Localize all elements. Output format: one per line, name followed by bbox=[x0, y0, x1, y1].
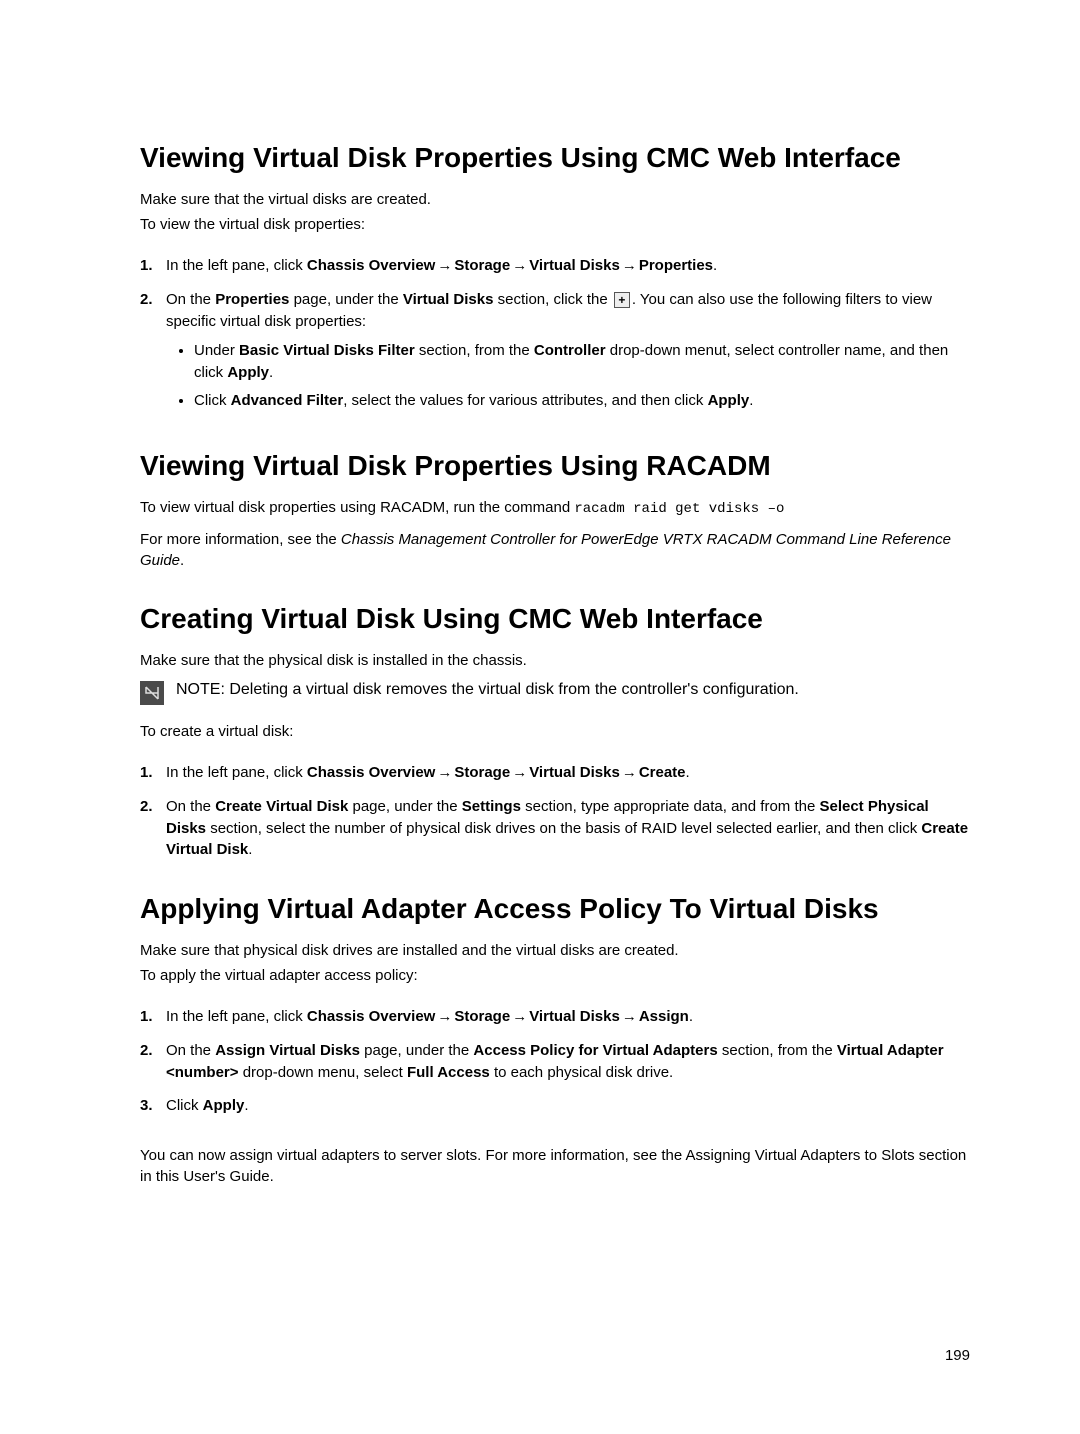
list-item: 3. Click Apply. bbox=[140, 1095, 970, 1117]
section-heading: Viewing Virtual Disk Properties Using CM… bbox=[140, 140, 970, 175]
arrow-icon: → bbox=[622, 764, 637, 781]
note: NOTE: Deleting a virtual disk removes th… bbox=[140, 681, 970, 705]
step-number: 2. bbox=[140, 796, 166, 861]
step-body: Click Apply. bbox=[166, 1095, 970, 1117]
ordered-list: 1. In the left pane, click Chassis Overv… bbox=[140, 255, 970, 418]
section-heading: Creating Virtual Disk Using CMC Web Inte… bbox=[140, 601, 970, 636]
list-item: 1. In the left pane, click Chassis Overv… bbox=[140, 255, 970, 277]
arrow-icon: → bbox=[437, 1008, 452, 1025]
list-item: Click Advanced Filter, select the values… bbox=[194, 390, 970, 412]
paragraph: You can now assign virtual adapters to s… bbox=[140, 1145, 970, 1187]
paragraph: To apply the virtual adapter access poli… bbox=[140, 965, 970, 986]
list-item: 2. On the Properties page, under the Vir… bbox=[140, 289, 970, 418]
list-item: 2. On the Create Virtual Disk page, unde… bbox=[140, 796, 970, 861]
paragraph: To view the virtual disk properties: bbox=[140, 214, 970, 235]
step-body: In the left pane, click Chassis Overview… bbox=[166, 255, 970, 277]
arrow-icon: → bbox=[622, 1008, 637, 1025]
list-item: 2. On the Assign Virtual Disks page, und… bbox=[140, 1040, 970, 1084]
step-body: On the Properties page, under the Virtua… bbox=[166, 289, 970, 418]
list-item: 1. In the left pane, click Chassis Overv… bbox=[140, 1006, 970, 1028]
code: racadm raid get vdisks –o bbox=[574, 501, 784, 517]
arrow-icon: → bbox=[622, 257, 637, 274]
arrow-icon: → bbox=[512, 764, 527, 781]
arrow-icon: → bbox=[437, 257, 452, 274]
arrow-icon: → bbox=[512, 1008, 527, 1025]
step-body: In the left pane, click Chassis Overview… bbox=[166, 762, 970, 784]
step-number: 1. bbox=[140, 1006, 166, 1028]
unordered-list: Under Basic Virtual Disks Filter section… bbox=[166, 340, 970, 411]
paragraph: Make sure that physical disk drives are … bbox=[140, 940, 970, 961]
step-body: On the Assign Virtual Disks page, under … bbox=[166, 1040, 970, 1084]
step-number: 1. bbox=[140, 255, 166, 277]
step-number: 2. bbox=[140, 1040, 166, 1084]
step-body: In the left pane, click Chassis Overview… bbox=[166, 1006, 970, 1028]
list-item: Under Basic Virtual Disks Filter section… bbox=[194, 340, 970, 384]
plus-expand-icon: + bbox=[614, 292, 630, 308]
step-number: 1. bbox=[140, 762, 166, 784]
paragraph: Make sure that the virtual disks are cre… bbox=[140, 189, 970, 210]
note-text: NOTE: Deleting a virtual disk removes th… bbox=[176, 681, 799, 699]
arrow-icon: → bbox=[437, 764, 452, 781]
step-body: On the Create Virtual Disk page, under t… bbox=[166, 796, 970, 861]
paragraph: To view virtual disk properties using RA… bbox=[140, 497, 970, 520]
ordered-list: 1. In the left pane, click Chassis Overv… bbox=[140, 762, 970, 861]
page-number: 199 bbox=[945, 1347, 970, 1364]
paragraph: Make sure that the physical disk is inst… bbox=[140, 650, 970, 671]
ordered-list: 1. In the left pane, click Chassis Overv… bbox=[140, 1006, 970, 1117]
section-heading: Viewing Virtual Disk Properties Using RA… bbox=[140, 448, 970, 483]
paragraph: To create a virtual disk: bbox=[140, 721, 970, 742]
step-number: 3. bbox=[140, 1095, 166, 1117]
step-number: 2. bbox=[140, 289, 166, 418]
list-item: 1. In the left pane, click Chassis Overv… bbox=[140, 762, 970, 784]
section-heading: Applying Virtual Adapter Access Policy T… bbox=[140, 891, 970, 926]
arrow-icon: → bbox=[512, 257, 527, 274]
paragraph: For more information, see the Chassis Ma… bbox=[140, 529, 970, 571]
note-icon bbox=[140, 681, 164, 705]
